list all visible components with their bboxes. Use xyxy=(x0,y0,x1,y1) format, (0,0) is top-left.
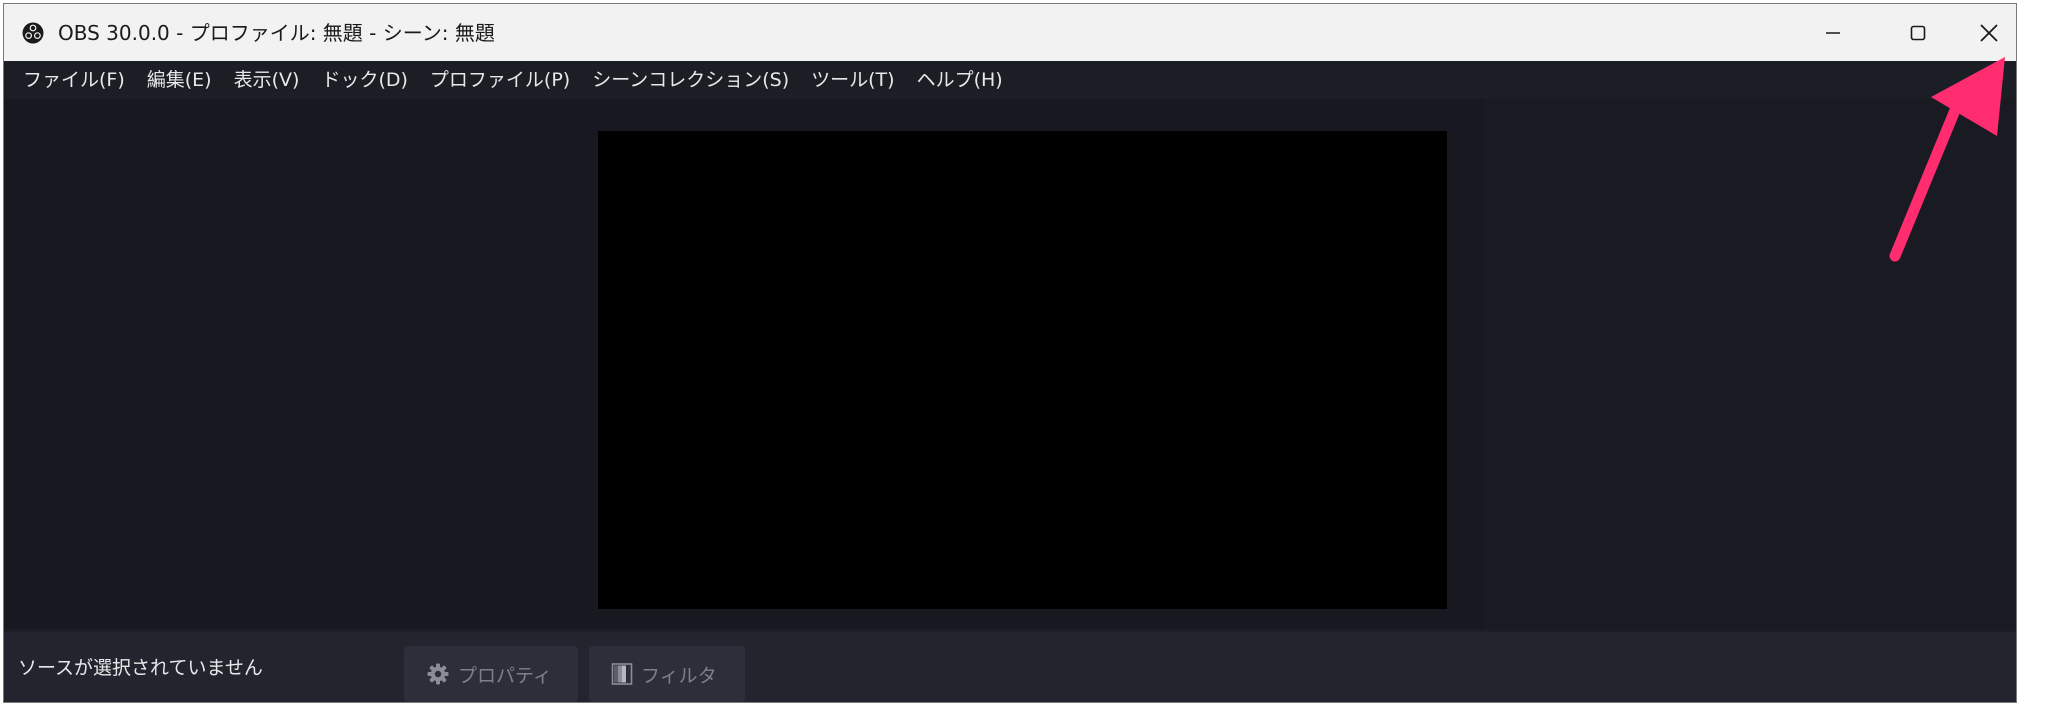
minimize-icon xyxy=(1826,31,1840,34)
properties-button[interactable]: プロパティ xyxy=(404,646,578,702)
maximize-icon xyxy=(1910,25,1926,40)
no-source-selected-label: ソースが選択されていません xyxy=(18,657,263,679)
menu-docks[interactable]: ドック(D) xyxy=(310,61,418,99)
close-icon xyxy=(1980,23,1998,42)
menu-tools[interactable]: ツール(T) xyxy=(800,61,905,99)
menu-edit[interactable]: 編集(E) xyxy=(136,61,223,99)
menu-help[interactable]: ヘルプ(H) xyxy=(906,61,1014,99)
filter-icon xyxy=(611,663,633,685)
gear-icon xyxy=(427,663,449,685)
maximize-button[interactable] xyxy=(1875,4,1961,61)
menu-scene-collection[interactable]: シーンコレクション(S) xyxy=(581,61,800,99)
obs-logo-icon xyxy=(22,22,44,44)
obs-window: OBS 30.0.0 - プロファイル: 無題 - シーン: 無題 ファイル(F… xyxy=(3,3,2017,703)
properties-label: プロパティ xyxy=(458,664,552,687)
filters-label: フィルタ xyxy=(641,664,717,687)
preview-canvas[interactable] xyxy=(598,131,1447,609)
window-title: OBS 30.0.0 - プロファイル: 無題 - シーン: 無題 xyxy=(58,21,495,45)
close-button[interactable] xyxy=(1960,4,2016,61)
sources-toolbar: ソースが選択されていません プロパティ フィルタ xyxy=(4,632,2016,702)
menu-file[interactable]: ファイル(F) xyxy=(12,61,136,99)
menu-profile[interactable]: プロファイル(P) xyxy=(419,61,581,99)
title-bar[interactable]: OBS 30.0.0 - プロファイル: 無題 - シーン: 無題 xyxy=(4,4,2016,61)
menu-view[interactable]: 表示(V) xyxy=(223,61,311,99)
menu-bar: ファイル(F) 編集(E) 表示(V) ドック(D) プロファイル(P) シーン… xyxy=(4,61,2016,99)
minimize-button[interactable] xyxy=(1790,4,1876,61)
filters-button[interactable]: フィルタ xyxy=(589,646,745,702)
right-panel-area xyxy=(1484,99,2016,629)
